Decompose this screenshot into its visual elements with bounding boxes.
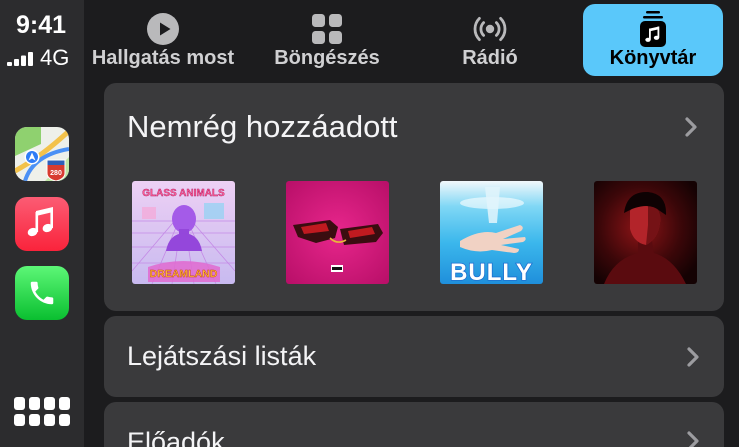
row-label: Előadók: [127, 427, 225, 447]
recently-added-header[interactable]: Nemrég hozzáadott: [104, 83, 724, 175]
tab-browse[interactable]: Böngészés: [250, 4, 404, 76]
launcher-dot: [14, 413, 25, 426]
maps-shield-text: 280: [50, 170, 62, 177]
signal-strength-icon: [7, 52, 35, 66]
album-artwork[interactable]: GLASS ANIMALS DREAMLAND: [132, 181, 235, 284]
sidebar: 9:41 4G 280: [0, 0, 84, 447]
tab-label: Rádió: [462, 47, 518, 69]
music-app-icon[interactable]: [15, 197, 69, 251]
tab-label: Böngészés: [274, 47, 380, 69]
tab-listen-now[interactable]: Hallgatás most: [86, 4, 240, 76]
album-cover-text: GLASS ANIMALS: [142, 188, 225, 199]
section-title: Nemrég hozzáadott: [127, 109, 398, 144]
launcher-dot: [59, 397, 70, 410]
phone-app-icon[interactable]: [15, 266, 69, 320]
tab-label: Hallgatás most: [91, 47, 235, 69]
album-artwork[interactable]: BULLY: [440, 181, 543, 284]
music-library-icon: [583, 11, 723, 47]
row-label: Lejátszási listák: [127, 341, 317, 371]
network-type: 4G: [40, 45, 70, 70]
tab-bar: Hallgatás most Böngészés Rádió Könyvtár: [84, 0, 739, 80]
album-artwork[interactable]: [594, 181, 697, 284]
play-circle-icon: [86, 12, 240, 46]
launcher-dot: [44, 413, 55, 426]
recently-added-section: Nemrég hozzáadott GLASS ANIMALS DREAMLAN…: [104, 83, 724, 311]
launcher-dot: [44, 397, 55, 410]
album-cover-text: BULLY: [450, 259, 533, 284]
tab-label: Könyvtár: [609, 47, 697, 69]
status-time: 9:41: [15, 11, 67, 39]
launcher-dot: [14, 397, 25, 410]
chevron-right-icon: [684, 116, 698, 138]
launcher-dot: [29, 413, 40, 426]
app-launcher-icon[interactable]: [14, 397, 70, 426]
launcher-dot: [29, 397, 40, 410]
album-artwork[interactable]: [286, 181, 389, 284]
album-cover-text: DREAMLAND: [150, 268, 218, 280]
tab-radio[interactable]: Rádió: [413, 4, 567, 76]
list-row-playlists[interactable]: Lejátszási listák: [104, 316, 724, 397]
chevron-right-icon: [686, 430, 700, 447]
chevron-right-icon: [686, 346, 700, 368]
launcher-dot: [59, 413, 70, 426]
maps-app-icon[interactable]: 280: [15, 127, 69, 181]
grid-icon: [250, 12, 404, 46]
list-row-artists[interactable]: Előadók: [104, 402, 724, 447]
radio-waves-icon: [413, 12, 567, 46]
tab-library[interactable]: Könyvtár: [583, 4, 723, 76]
